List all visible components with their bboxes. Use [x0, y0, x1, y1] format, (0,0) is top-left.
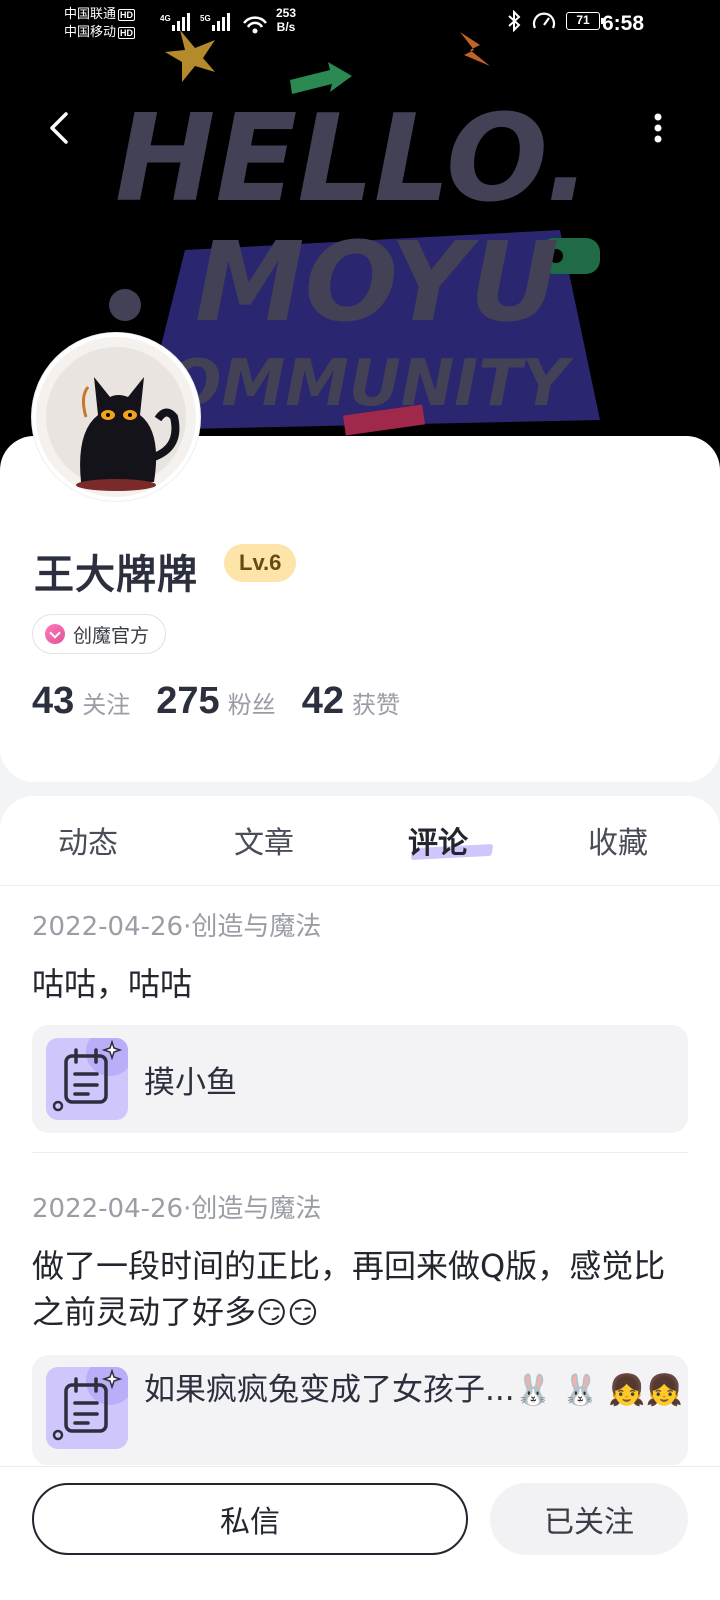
tab-posts[interactable]: 动态 [58, 818, 118, 862]
quoted-post-card[interactable]: 如果疯疯兔变成了女孩子...🐰 🐰 👧👧 [32, 1355, 688, 1465]
verified-check-icon [45, 624, 65, 644]
signal-wifi-icons: 4G 5G [160, 13, 267, 34]
banner-line2: MOYU [195, 218, 559, 346]
banner-line1: HELLO. [115, 90, 591, 229]
back-arrow-icon[interactable] [40, 108, 80, 148]
private-message-button[interactable]: 私信 [32, 1483, 468, 1555]
stat-likes-value: 42 [301, 680, 344, 722]
note-icon [46, 1038, 128, 1120]
comment-text-body: 做了一段时间的正比，再回来做Q版，感觉比之前灵动了好多 [32, 1247, 666, 1331]
network-speed: 253 B/s [276, 6, 296, 34]
stat-followers-value: 275 [156, 680, 220, 722]
username: 王大牌牌 [34, 552, 198, 598]
quoted-post-title: 摸小鱼 [144, 1064, 237, 1101]
network-1: 4G [160, 14, 171, 23]
carrier-1: 中国联通 [64, 6, 117, 21]
comment-item[interactable]: 2022-04-26·创造与魔法 做了一段时间的正比，再回来做Q版，感觉比之前灵… [32, 1188, 688, 1465]
quoted-post-title: 如果疯疯兔变成了女孩子...🐰 🐰 👧👧 [144, 1369, 683, 1412]
clock: 6:58 [601, 12, 644, 35]
carrier-2: 中国移动 [64, 24, 117, 39]
stat-likes: 42 获赞 [302, 680, 400, 723]
stat-followers[interactable]: 275 粉丝 [156, 680, 275, 723]
stat-following-value: 43 [32, 680, 75, 722]
quoted-post-card[interactable]: 摸小鱼 [32, 1025, 688, 1133]
stat-likes-label: 获赞 [351, 691, 400, 719]
tab-favorites[interactable]: 收藏 [588, 818, 648, 862]
more-options-icon[interactable] [646, 108, 670, 148]
content-panel: 动态 文章 评论 收藏 2022-04-26·创造与魔法 咕咕，咕咕 摸小鱼 2… [0, 796, 720, 1476]
official-tag-label: 创魔官方 [73, 624, 150, 647]
speed-value: 253 [276, 6, 297, 20]
divider [32, 1152, 688, 1153]
bunny-girl-emoji-icon: 🐰 🐰 👧👧 [514, 1373, 684, 1408]
comment-meta: 2022-04-26·创造与魔法 [32, 912, 322, 942]
comment-text: 咕咕，咕咕 [32, 965, 193, 1003]
hd-badge: HD [118, 26, 136, 39]
level-badge: Lv.6 [224, 544, 297, 582]
battery-indicator: 71 [566, 12, 604, 30]
network-2: 5G [200, 14, 211, 23]
bottom-action-bar: 私信 已关注 [0, 1466, 720, 1600]
followed-button[interactable]: 已关注 [490, 1483, 688, 1555]
comment-text: 做了一段时间的正比，再回来做Q版，感觉比之前灵动了好多😏😏 [32, 1243, 688, 1337]
black-cat-avatar-image [36, 337, 196, 497]
bluetooth-icon [508, 10, 521, 32]
avatar[interactable] [32, 333, 200, 501]
quoted-post-title-text: 如果疯疯兔变成了女孩子... [144, 1372, 515, 1408]
speedometer-icon [532, 12, 556, 29]
status-bar: 中国联通 HD 中国移动 HD 4G 5G 253 B/s 71 6:58 [0, 0, 720, 50]
tab-comments[interactable]: 评论 [408, 818, 468, 862]
comment-item[interactable]: 2022-04-26·创造与魔法 咕咕，咕咕 摸小鱼 [32, 906, 688, 1133]
note-icon [46, 1367, 128, 1449]
hd-badge: HD [118, 8, 136, 21]
stat-following[interactable]: 43 关注 [32, 680, 130, 723]
tab-articles[interactable]: 文章 [234, 818, 294, 862]
comment-meta: 2022-04-26·创造与魔法 [32, 1194, 322, 1224]
profile-tabs: 动态 文章 评论 收藏 [0, 796, 720, 886]
status-right-icons: 71 [506, 10, 604, 32]
smirk-emoji-icon: 😏😏 [256, 1296, 319, 1331]
carrier-info: 中国联通 HD 中国移动 HD [64, 5, 136, 41]
speed-unit: B/s [276, 20, 296, 34]
stat-following-label: 关注 [82, 691, 131, 719]
stat-followers-label: 粉丝 [227, 691, 276, 719]
official-tag[interactable]: 创魔官方 [32, 614, 167, 654]
profile-stats: 43 关注 275 粉丝 42 获赞 [32, 680, 400, 723]
